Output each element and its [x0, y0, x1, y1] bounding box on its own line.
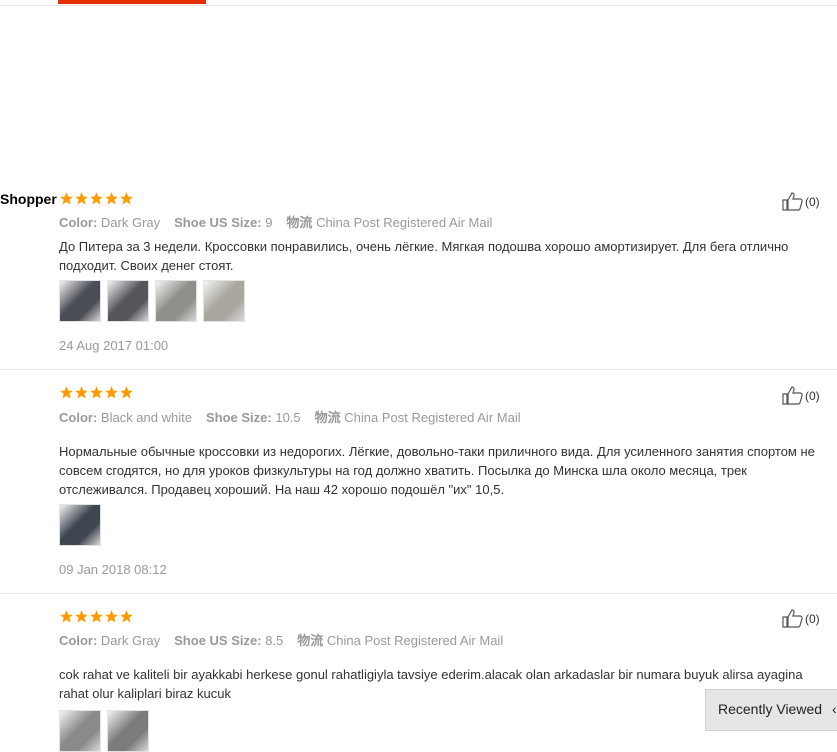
size-label: Shoe US Size: [174, 215, 262, 230]
helpful-button[interactable]: (0) [782, 609, 820, 628]
review-photo-thumbnail[interactable] [59, 710, 101, 752]
star-icon [74, 385, 89, 400]
star-icon [119, 609, 134, 624]
star-icon [104, 609, 119, 624]
helpful-count: (0) [805, 611, 820, 626]
size-value: 8.5 [265, 633, 284, 648]
helpful-count: (0) [805, 388, 820, 403]
review-author: Shopper [0, 191, 57, 207]
recently-viewed-label: Recently Viewed [718, 701, 823, 717]
color-value: Dark Gray [100, 215, 161, 230]
star-icon [89, 385, 104, 400]
review-photo-thumbnail[interactable] [59, 280, 101, 322]
shipping-label: 物流 [286, 215, 313, 230]
color-label: Color: [59, 215, 98, 230]
color-attribute: Color: Black and white [59, 410, 192, 425]
thumbs-up-icon [782, 386, 805, 405]
color-label: Color: [59, 410, 98, 425]
star-icon [59, 191, 74, 206]
shipping-value: China Post Registered Air Mail [326, 633, 504, 648]
active-tab-indicator [58, 0, 206, 4]
star-icon [74, 191, 89, 206]
review-text: Нормальные обычные кроссовки из недороги… [59, 444, 815, 497]
review-photo-thumbnail[interactable] [155, 280, 197, 322]
review-photos [59, 710, 155, 752]
color-attribute: Color: Dark Gray [59, 633, 160, 648]
size-attribute: Shoe Size: 10.5 [206, 410, 301, 425]
shipping-label: 物流 [314, 410, 341, 425]
review-text: До Питера за 3 недели. Кроссовки понрави… [59, 239, 789, 273]
size-label: Shoe Size: [205, 410, 272, 425]
star-rating [59, 609, 134, 625]
size-attribute: Shoe US Size: 9 [174, 215, 272, 230]
tab-bar [0, 0, 837, 6]
review-photo-thumbnail[interactable] [59, 504, 101, 546]
star-icon [89, 609, 104, 624]
review-divider [0, 369, 837, 370]
review-photos [59, 504, 107, 546]
review-attributes: Color: Dark Gray Shoe US Size: 9 物流 China … [59, 212, 506, 231]
review-date: 09 Jan 2018 08:12 [59, 562, 167, 577]
color-value: Dark Gray [100, 633, 161, 648]
size-value: 10.5 [275, 410, 301, 425]
review-photo-thumbnail[interactable] [203, 280, 245, 322]
shipping-attribute: 物流 China Post Registered Air Mail [315, 410, 521, 425]
review-attributes: Color: Dark Gray Shoe US Size: 8.5 物流 Chin… [59, 630, 517, 649]
review-photos [59, 280, 251, 322]
helpful-button[interactable]: (0) [782, 386, 820, 405]
star-icon [59, 609, 74, 624]
star-icon [59, 385, 74, 400]
shipping-attribute: 物流 China Post Registered Air Mail [286, 215, 492, 230]
size-attribute: Shoe US Size: 8.5 [174, 633, 283, 648]
color-value: Black and white [100, 410, 192, 425]
star-icon [119, 191, 134, 206]
shipping-value: China Post Registered Air Mail [316, 215, 493, 230]
review-divider [0, 593, 837, 594]
star-icon [104, 385, 119, 400]
color-label: Color: [59, 633, 98, 648]
helpful-button[interactable]: (0) [782, 192, 820, 211]
size-label: Shoe US Size: [174, 633, 262, 648]
review-attributes: Color: Black and white Shoe Size: 10.5 物流 … [59, 407, 535, 426]
review-date: 24 Aug 2017 01:00 [59, 338, 169, 353]
chevron-icon: ‹ [832, 701, 837, 717]
review-photo-thumbnail[interactable] [107, 280, 149, 322]
size-value: 9 [265, 215, 273, 230]
thumbs-up-icon [782, 609, 805, 628]
review-photo-thumbnail[interactable] [107, 710, 149, 752]
star-rating [59, 385, 134, 401]
shipping-value: China Post Registered Air Mail [344, 410, 521, 425]
shipping-attribute: 物流 China Post Registered Air Mail [297, 633, 503, 648]
star-icon [74, 609, 89, 624]
recently-viewed-button[interactable]: Recently Viewed ‹ [705, 689, 837, 731]
star-icon [119, 385, 134, 400]
color-attribute: Color: Dark Gray [59, 215, 160, 230]
helpful-count: (0) [805, 194, 820, 209]
thumbs-up-icon [782, 192, 805, 211]
star-rating [59, 191, 134, 207]
star-icon [104, 191, 119, 206]
star-icon [89, 191, 104, 206]
shipping-label: 物流 [297, 633, 324, 648]
